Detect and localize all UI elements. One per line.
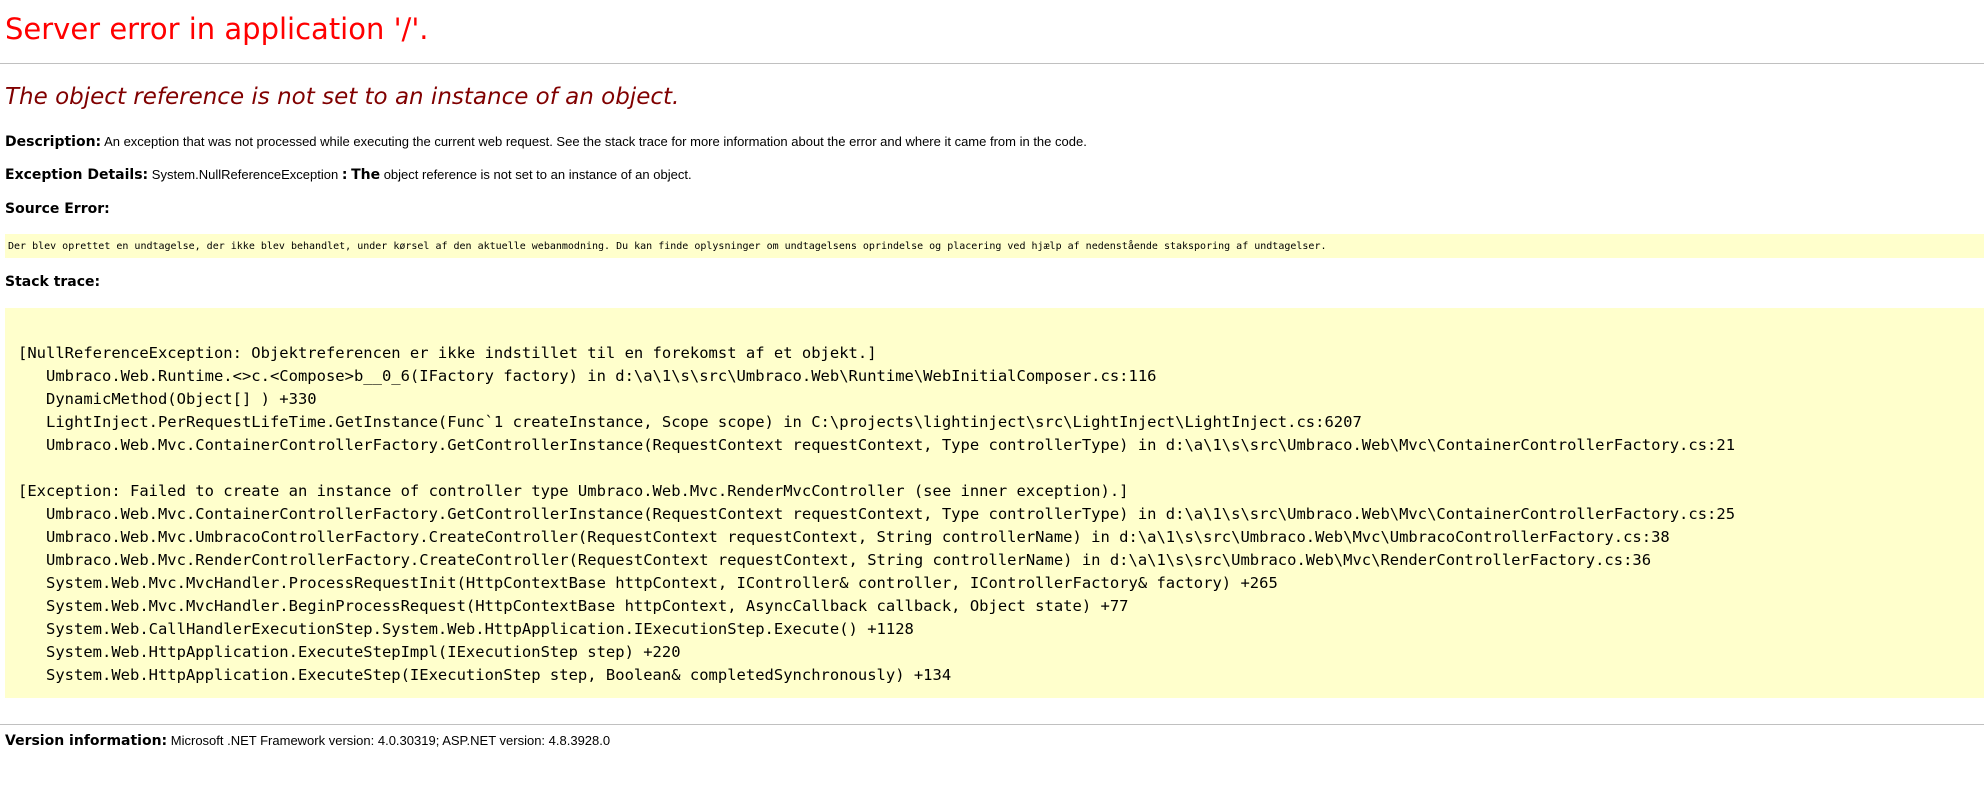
stack-trace-line: System.Web.CallHandlerExecutionStep.Syst… — [18, 620, 914, 638]
stack-trace-line: Umbraco.Web.Mvc.ContainerControllerFacto… — [18, 505, 1736, 523]
stack-trace-line: Umbraco.Web.Mvc.RenderControllerFactory.… — [18, 551, 1652, 569]
title-divider — [0, 63, 1984, 64]
stack-trace-line: System.Web.HttpApplication.ExecuteStep(I… — [18, 666, 952, 684]
stack-trace-box: [NullReferenceException: Objektreference… — [5, 308, 1984, 698]
stack-trace-line: System.Web.Mvc.MvcHandler.ProcessRequest… — [18, 574, 1278, 592]
stack-trace-line: DynamicMethod(Object[] ) +330 — [18, 390, 317, 408]
stack-trace-line: Umbraco.Web.Mvc.UmbracoControllerFactory… — [18, 528, 1670, 546]
version-text: Microsoft .NET Framework version: 4.0.30… — [170, 733, 611, 748]
stack-trace-label: Stack trace: — [5, 274, 101, 290]
version-label: Version information: — [5, 733, 168, 749]
stack-trace-line: [Exception: Failed to create an instance… — [18, 482, 1129, 500]
stack-trace-line: LightInject.PerRequestLifeTime.GetInstan… — [18, 413, 1362, 431]
description-label: Description: — [5, 134, 102, 150]
exception-details-label: Exception Details: — [5, 167, 149, 183]
stack-trace-line: System.Web.HttpApplication.ExecuteStepIm… — [18, 643, 681, 661]
version-divider — [0, 724, 1984, 725]
version-line: Version information: Microsoft .NET Fram… — [5, 733, 610, 749]
stack-trace-line: Umbraco.Web.Runtime.<>c.<Compose>b__0_6(… — [18, 367, 1157, 385]
stack-trace-line: Umbraco.Web.Mvc.ContainerControllerFacto… — [18, 436, 1736, 454]
exception-details-line: Exception Details: System.NullReferenceE… — [5, 167, 692, 183]
exception-separator: : — [341, 167, 348, 183]
description-line: Description: An exception that was not p… — [5, 134, 1087, 150]
description-text: An exception that was not processed whil… — [104, 134, 1087, 149]
source-error-text: Der blev oprettet en undtagelse, der ikk… — [8, 241, 1327, 252]
exception-type: System.NullReferenceException — [151, 167, 339, 182]
error-message: The object reference is not set to an in… — [5, 84, 680, 110]
source-error-label: Source Error: — [5, 201, 110, 217]
stack-trace-line: [NullReferenceException: Objektreference… — [18, 344, 877, 362]
page-title: Server error in application '/'. — [5, 12, 429, 46]
exception-details-text: object reference is not set to an instan… — [383, 167, 692, 182]
exception-the: The — [351, 167, 381, 183]
source-error-box: Der blev oprettet en undtagelse, der ikk… — [5, 234, 1984, 258]
stack-trace-line: System.Web.Mvc.MvcHandler.BeginProcessRe… — [18, 597, 1129, 615]
